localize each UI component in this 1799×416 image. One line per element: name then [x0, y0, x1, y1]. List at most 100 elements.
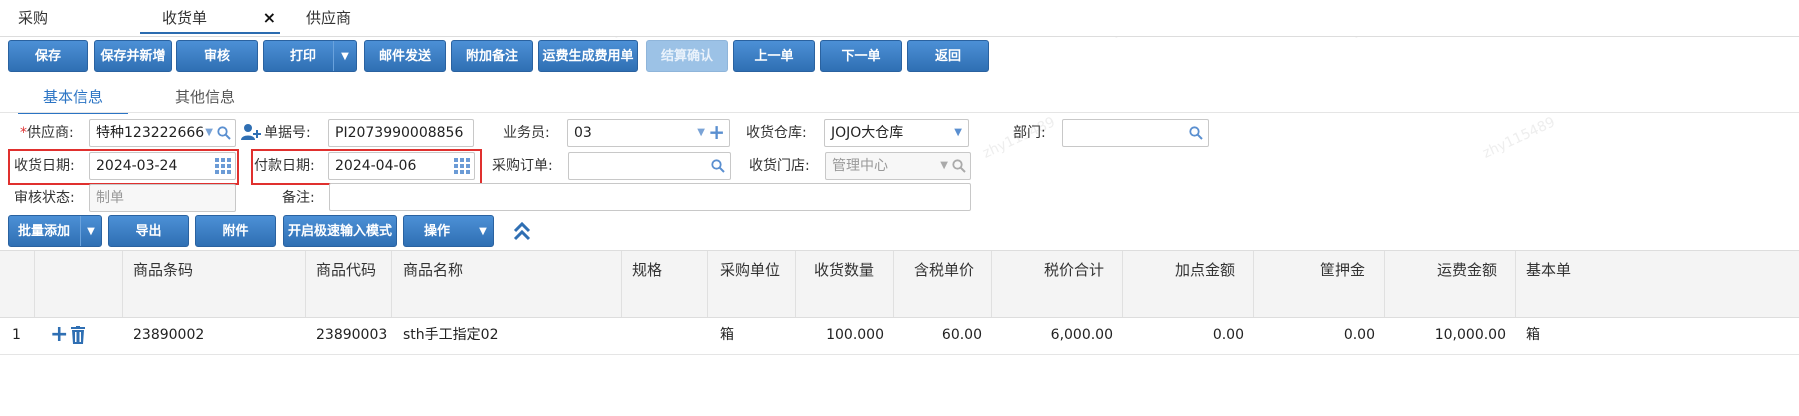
- top-tab-bar: 采购 收货单 × 供应商: [0, 0, 1799, 37]
- save-and-new-button[interactable]: 保存并新增: [94, 40, 172, 72]
- table-header: 商品条码 商品代码 商品名称 规格 采购单位 收货数量 含税单价 税价合计 加点…: [0, 250, 1799, 318]
- export-button[interactable]: 导出: [108, 215, 189, 247]
- tab-other-info[interactable]: 其他信息: [150, 82, 260, 112]
- add-note-button[interactable]: 附加备注: [451, 40, 533, 72]
- add-note-label: 附加备注: [465, 49, 518, 64]
- cell-price: 60.00: [941, 327, 982, 343]
- tab-basic-info[interactable]: 基本信息: [18, 82, 128, 114]
- add-user-icon[interactable]: [240, 122, 262, 144]
- col-total[interactable]: 税价合计: [992, 251, 1123, 317]
- batch-add-button[interactable]: 批量添加 ▼: [8, 215, 102, 247]
- quick-input-label: 开启极速输入模式: [287, 224, 392, 239]
- doc-no-label: 单据号:: [264, 125, 311, 141]
- watermark: zhy115489: [1480, 114, 1558, 162]
- po-label: 采购订单:: [492, 158, 553, 174]
- top-tab-supplier[interactable]: 供应商: [306, 0, 416, 36]
- search-icon[interactable]: [711, 153, 725, 179]
- remark-label: 备注:: [282, 190, 315, 206]
- back-button[interactable]: 返回: [907, 40, 989, 72]
- calendar-icon[interactable]: [215, 153, 231, 179]
- attachment-button[interactable]: 附件: [195, 215, 276, 247]
- store-label: 收货门店:: [749, 158, 810, 174]
- prev-doc-button[interactable]: 上一单: [733, 40, 815, 72]
- cell-unit: 箱: [720, 327, 734, 343]
- add-row-icon[interactable]: +: [50, 316, 68, 354]
- trash-icon[interactable]: [70, 316, 86, 354]
- top-tab-receipt[interactable]: 收货单 ×: [140, 0, 280, 34]
- col-purchase-unit[interactable]: 采购单位: [708, 251, 796, 317]
- col-receive-qty[interactable]: 收货数量: [796, 251, 894, 317]
- doc-no-field[interactable]: PI2073990008856: [328, 119, 474, 147]
- audit-button[interactable]: 审核: [176, 40, 258, 72]
- cell-code: 23890003: [316, 327, 388, 343]
- cell-freight: 10,000.00: [1434, 327, 1506, 343]
- col-deposit[interactable]: 筐押金: [1254, 251, 1385, 317]
- audit-status-placeholder: 制单: [96, 190, 124, 206]
- store-placeholder: 管理中心: [832, 158, 888, 174]
- col-name[interactable]: 商品名称: [392, 251, 622, 317]
- table-row[interactable]: 1 + 23890002 23890003 sth手工指定02 箱 100.00…: [0, 316, 1799, 355]
- remark-field[interactable]: [329, 183, 971, 211]
- search-icon[interactable]: [952, 153, 966, 179]
- next-doc-button[interactable]: 下一单: [820, 40, 902, 72]
- salesman-value: 03: [574, 125, 592, 141]
- calendar-icon[interactable]: [454, 153, 470, 179]
- cell-barcode: 23890002: [133, 327, 205, 343]
- back-label: 返回: [934, 49, 961, 64]
- col-markup[interactable]: 加点金额: [1123, 251, 1254, 317]
- supplier-field[interactable]: 特种123222666 ▼: [89, 119, 236, 147]
- add-icon[interactable]: +: [708, 120, 725, 144]
- save-and-new-label: 保存并新增: [100, 49, 166, 64]
- tab-other-info-label: 其他信息: [174, 88, 235, 106]
- collapse-up-icon[interactable]: [512, 219, 532, 243]
- search-icon[interactable]: [217, 120, 231, 146]
- save-button[interactable]: 保存: [8, 40, 88, 72]
- chevron-down-icon[interactable]: ▼: [697, 120, 705, 146]
- top-tab-label: 采购: [18, 9, 49, 27]
- receive-date-field[interactable]: 2024-03-24: [89, 152, 236, 180]
- top-tab-purchase[interactable]: 采购: [18, 0, 128, 36]
- store-field[interactable]: 管理中心 ▼: [825, 152, 971, 180]
- operation-button[interactable]: 操作 ▼: [403, 215, 494, 247]
- col-code[interactable]: 商品代码: [306, 251, 392, 317]
- pay-date-label: 付款日期:: [254, 158, 315, 174]
- supplier-label: *供应商:: [20, 125, 74, 141]
- po-field[interactable]: [568, 152, 731, 180]
- email-send-button[interactable]: 邮件发送: [364, 40, 446, 72]
- email-send-label: 邮件发送: [378, 49, 431, 64]
- doc-no-value: PI2073990008856: [335, 125, 464, 141]
- audit-label: 审核: [203, 49, 230, 64]
- audit-status-field: 制单: [89, 184, 236, 212]
- save-button-label: 保存: [34, 49, 61, 64]
- cell-markup: 0.00: [1212, 327, 1244, 343]
- batch-add-dropdown-icon[interactable]: ▼: [80, 216, 101, 246]
- col-base-unit[interactable]: 基本单: [1516, 251, 1799, 317]
- settle-confirm-button[interactable]: 结算确认: [646, 40, 728, 72]
- chevron-down-icon[interactable]: ▼: [940, 153, 948, 179]
- warehouse-value: JOJO大仓库: [831, 125, 904, 141]
- receive-date-label: 收货日期:: [14, 158, 75, 174]
- pay-date-field[interactable]: 2024-04-06: [328, 152, 475, 180]
- freight-fee-button[interactable]: 运费生成费用单: [538, 40, 638, 72]
- print-button[interactable]: 打印 ▼: [263, 40, 357, 72]
- receive-date-value: 2024-03-24: [96, 158, 178, 174]
- warehouse-select[interactable]: JOJO大仓库 ▼: [824, 119, 969, 147]
- search-icon[interactable]: [1189, 120, 1203, 146]
- next-doc-label: 下一单: [841, 49, 881, 64]
- close-icon[interactable]: ×: [263, 0, 276, 36]
- operation-dropdown-icon[interactable]: ▼: [473, 216, 493, 246]
- item-table: 商品条码 商品代码 商品名称 规格 采购单位 收货数量 含税单价 税价合计 加点…: [0, 250, 1799, 416]
- col-spec[interactable]: 规格: [622, 251, 708, 317]
- print-dropdown-icon[interactable]: ▼: [333, 41, 356, 71]
- batch-add-label: 批量添加: [18, 224, 71, 239]
- top-tab-label: 收货单: [162, 9, 208, 27]
- col-unit-price[interactable]: 含税单价: [894, 251, 992, 317]
- salesman-field[interactable]: 03 ▼ +: [567, 119, 730, 147]
- chevron-down-icon[interactable]: ▼: [954, 120, 962, 146]
- chevron-down-icon[interactable]: ▼: [205, 120, 213, 146]
- col-barcode[interactable]: 商品条码: [123, 251, 306, 317]
- cell-total: 6,000.00: [1050, 327, 1113, 343]
- dept-field[interactable]: [1062, 119, 1209, 147]
- col-freight[interactable]: 运费金额: [1385, 251, 1516, 317]
- quick-input-mode-button[interactable]: 开启极速输入模式: [283, 215, 397, 247]
